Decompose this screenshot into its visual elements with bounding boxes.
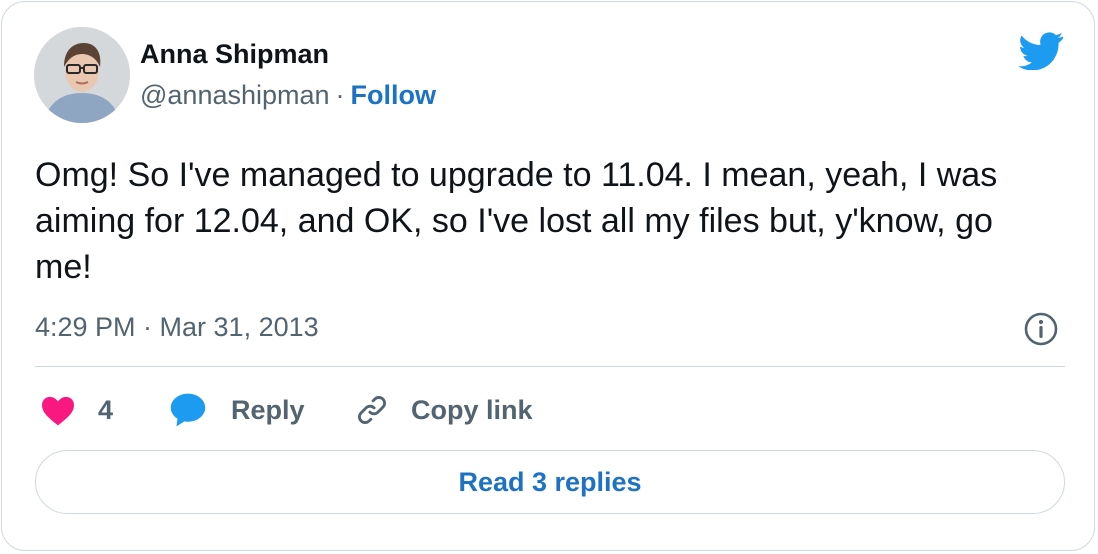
avatar-photo <box>34 27 130 123</box>
copy-link-label: Copy link <box>411 394 533 425</box>
info-icon[interactable] <box>1023 311 1059 347</box>
divider <box>35 366 1065 367</box>
avatar[interactable] <box>34 27 130 123</box>
like-button[interactable]: 4 <box>40 390 113 430</box>
twitter-bird-icon[interactable] <box>1018 32 1064 70</box>
tweet-timestamp[interactable]: 4:29 PM · Mar 31, 2013 <box>35 312 319 343</box>
like-count: 4 <box>98 394 114 425</box>
copy-link-button[interactable]: Copy link <box>355 390 533 430</box>
reply-button[interactable]: Reply <box>169 390 305 430</box>
read-replies-button[interactable]: Read 3 replies <box>35 450 1065 514</box>
separator-dot: · <box>335 80 345 110</box>
author-handle[interactable]: @annashipman <box>140 80 330 110</box>
reply-label: Reply <box>231 394 305 425</box>
tweet-card: Anna Shipman @annashipman · Follow Omg! So… <box>1 1 1095 551</box>
reply-bubble-icon <box>170 393 206 427</box>
follow-link[interactable]: Follow <box>351 80 436 110</box>
heart-icon <box>42 396 74 426</box>
tweet-text: Omg! So I've managed to upgrade to 11.04… <box>35 156 998 286</box>
author-handle-row: @annashipman · Follow <box>140 80 436 111</box>
author-name[interactable]: Anna Shipman <box>140 39 329 70</box>
link-icon <box>358 396 386 424</box>
